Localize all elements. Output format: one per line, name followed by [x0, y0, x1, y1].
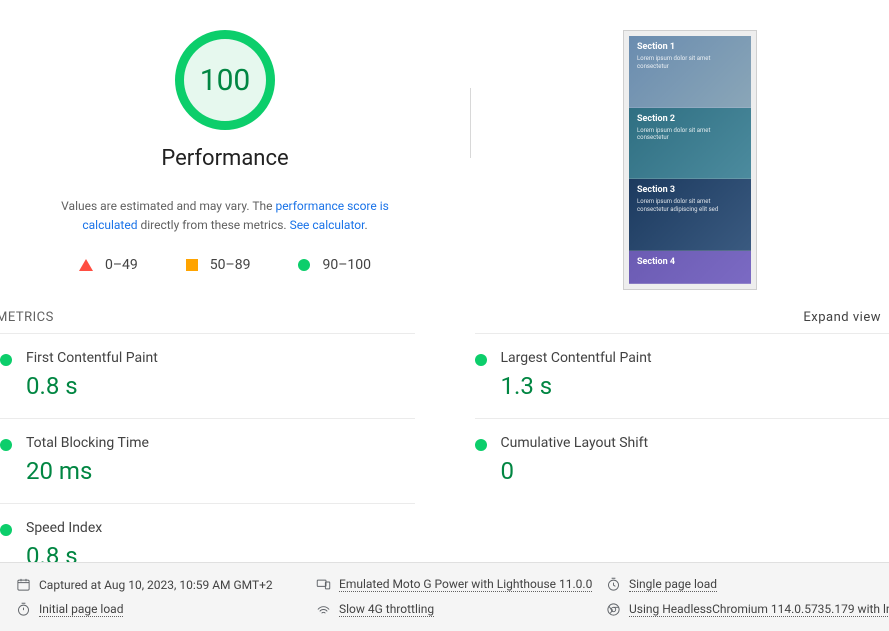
footer-throttle[interactable]: Slow 4G throttling	[316, 602, 606, 617]
chrome-icon	[606, 602, 621, 617]
calendar-icon	[16, 577, 31, 592]
footer-browser[interactable]: Using HeadlessChromium 114.0.5735.179 wi…	[606, 602, 889, 617]
legend-avg: 50–89	[186, 257, 251, 273]
triangle-icon	[79, 259, 93, 271]
stopwatch-icon	[16, 602, 31, 617]
metric-name: Largest Contentful Paint	[501, 350, 652, 366]
see-calculator-link[interactable]: See calculator	[290, 218, 365, 232]
circle-icon	[298, 259, 310, 271]
status-dot-icon	[0, 354, 12, 366]
legend-fail: 0–49	[79, 257, 138, 273]
metric-name: First Contentful Paint	[26, 350, 158, 366]
metric-name: Total Blocking Time	[26, 435, 149, 451]
legend-avg-label: 50–89	[210, 257, 251, 273]
status-dot-icon	[475, 439, 487, 451]
thumb-section: Section 3Lorem ipsum dolor sit amet cons…	[629, 179, 751, 251]
footer-env-panel: Captured at Aug 10, 2023, 10:59 AM GMT+2…	[0, 562, 889, 631]
score-legend: 0–49 50–89 90–100	[79, 257, 371, 273]
gauge-ring: 100	[175, 30, 275, 130]
thumb-section: Section 2Lorem ipsum dolor sit amet cons…	[629, 108, 751, 180]
gauge-title: Performance	[161, 146, 288, 171]
footer-initial-load[interactable]: Initial page load	[16, 602, 316, 617]
footer-single-load[interactable]: Single page load	[606, 577, 889, 592]
legend-pass: 90–100	[298, 257, 371, 273]
status-dot-icon	[475, 354, 487, 366]
footer-captured: Captured at Aug 10, 2023, 10:59 AM GMT+2	[16, 577, 316, 592]
metric-cls[interactable]: Cumulative Layout Shift 0	[475, 418, 889, 503]
legend-pass-label: 90–100	[322, 257, 371, 273]
timer-icon	[606, 577, 621, 592]
square-icon	[186, 259, 198, 271]
thumb-section: Section 1Lorem ipsum dolor sit amet cons…	[629, 36, 751, 108]
metric-name: Cumulative Layout Shift	[501, 435, 649, 451]
expand-view-button[interactable]: Expand view	[803, 310, 881, 325]
devices-icon	[316, 577, 331, 592]
page-screenshot-thumbnail[interactable]: Section 1Lorem ipsum dolor sit amet cons…	[623, 30, 757, 290]
metrics-heading: METRICS	[0, 310, 54, 325]
metric-fcp[interactable]: First Contentful Paint 0.8 s	[0, 333, 415, 418]
metric-value: 20 ms	[26, 457, 149, 485]
performance-gauge-panel: 100 Performance Values are estimated and…	[0, 0, 450, 300]
thumb-section: Section 4	[629, 251, 751, 284]
metrics-grid: First Contentful Paint 0.8 s Largest Con…	[0, 333, 889, 588]
network-icon	[316, 602, 331, 617]
disclaimer-middle: directly from these metrics.	[137, 218, 289, 232]
metric-tbt[interactable]: Total Blocking Time 20 ms	[0, 418, 415, 503]
footer-emulated[interactable]: Emulated Moto G Power with Lighthouse 11…	[316, 577, 606, 592]
legend-fail-label: 0–49	[105, 257, 138, 273]
disclaimer-text: Values are estimated and may vary. The p…	[35, 197, 415, 235]
metric-lcp[interactable]: Largest Contentful Paint 1.3 s	[475, 333, 889, 418]
vertical-divider	[470, 88, 471, 158]
gauge-score: 100	[200, 63, 251, 98]
screenshot-panel: Section 1Lorem ipsum dolor sit amet cons…	[491, 0, 889, 300]
metric-value: 0.8 s	[26, 372, 158, 400]
status-dot-icon	[0, 439, 12, 451]
metric-name: Speed Index	[26, 520, 102, 536]
metric-value: 0	[501, 457, 649, 485]
metric-value: 1.3 s	[501, 372, 652, 400]
status-dot-icon	[0, 524, 12, 536]
disclaimer-prefix: Values are estimated and may vary. The	[61, 199, 275, 213]
